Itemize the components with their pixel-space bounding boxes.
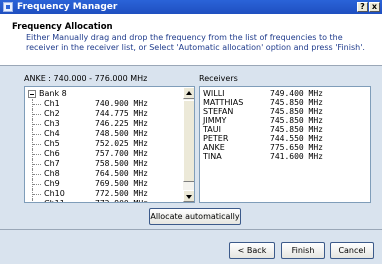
receiver-row[interactable]: TAUI 745.850 MHz [200, 125, 370, 134]
title-bar: Frequency Manager ? x [0, 0, 382, 14]
channel-name: Ch7 [44, 159, 60, 168]
channel-frequency: 748.500 MHz [95, 129, 148, 138]
channel-row[interactable]: Ch4 748.500 MHz [25, 129, 183, 139]
frequency-tree[interactable]: Bank 8 Ch1 740.900 MHz Ch2 744.775 MHz Ch3 74… [24, 86, 195, 203]
back-button[interactable]: < Back [229, 242, 275, 259]
channel-name: Ch9 [44, 179, 60, 188]
receiver-frequency: 745.850 MHz [270, 116, 323, 125]
receiver-name: WILLI [203, 89, 225, 98]
scroll-up-arrow-icon[interactable] [183, 87, 194, 99]
receiver-name: MATTHIAS [203, 98, 244, 107]
bank-label: Bank 8 [39, 89, 67, 98]
collapse-icon[interactable] [28, 90, 36, 98]
channel-row[interactable]: Ch10 772.500 MHz [25, 189, 183, 199]
channel-frequency: 772.500 MHz [95, 189, 148, 198]
channel-row[interactable]: Ch2 744.775 MHz [25, 109, 183, 119]
frequency-manager-window: Frequency Manager ? x Frequency Allocati… [0, 0, 382, 264]
tree-connector [32, 159, 41, 169]
receiver-frequency: 775.650 MHz [270, 143, 323, 152]
tree-connector [32, 149, 41, 159]
channel-name: Ch4 [44, 129, 60, 138]
receiver-row[interactable]: TINA 741.600 MHz [200, 152, 370, 161]
channel-frequency: 772.900 MHz [95, 199, 148, 202]
tree-connector [32, 109, 41, 119]
channel-name: Ch6 [44, 149, 60, 158]
allocate-automatically-button[interactable]: Allocate automatically [149, 208, 241, 225]
tree-connector [32, 129, 41, 139]
channel-frequency: 746.225 MHz [95, 119, 148, 128]
wizard-header: Frequency Allocation Either Manually dra… [0, 14, 382, 66]
page-title: Frequency Allocation [12, 22, 113, 32]
receiver-name: PETER [203, 134, 229, 143]
page-description: Either Manually drag and drop the freque… [26, 33, 365, 52]
channel-frequency: 764.500 MHz [95, 169, 148, 178]
receiver-name: JIMMY [203, 116, 227, 125]
tree-connector [32, 139, 41, 149]
scroll-down-arrow-icon[interactable] [183, 190, 194, 202]
window-title: Frequency Manager [17, 2, 118, 12]
channel-frequency: 757.700 MHz [95, 149, 148, 158]
receivers-label: Receivers [199, 74, 238, 83]
receiver-row[interactable]: JIMMY 745.850 MHz [200, 116, 370, 125]
receiver-row[interactable]: STEFAN 745.850 MHz [200, 107, 370, 116]
channel-name: Ch1 [44, 99, 60, 108]
channel-frequency: 752.025 MHz [95, 139, 148, 148]
channel-frequency: 769.500 MHz [95, 179, 148, 188]
tree-node-bank[interactable]: Bank 8 [25, 89, 183, 99]
tree-connector [32, 169, 41, 179]
vertical-scrollbar[interactable] [183, 87, 194, 202]
channel-row[interactable]: Ch9 769.500 MHz [25, 179, 183, 189]
channel-name: Ch3 [44, 119, 60, 128]
channel-name: Ch11 [44, 199, 65, 202]
frequency-range-label: ANKE : 740.000 - 776.000 MHz [24, 74, 148, 83]
tree-connector [32, 189, 41, 199]
receiver-row[interactable]: WILLI 749.400 MHz [200, 89, 370, 98]
receiver-frequency: 749.400 MHz [270, 89, 323, 98]
tree-connector [32, 199, 41, 202]
channel-row[interactable]: Ch7 758.500 MHz [25, 159, 183, 169]
receiver-frequency: 745.850 MHz [270, 107, 323, 116]
channel-name: Ch5 [44, 139, 60, 148]
receiver-frequency: 745.850 MHz [270, 125, 323, 134]
receiver-frequency: 744.550 MHz [270, 134, 323, 143]
channel-name: Ch8 [44, 169, 60, 178]
tree-connector [32, 179, 41, 189]
receiver-name: TINA [203, 152, 222, 161]
channel-row[interactable]: Ch8 764.500 MHz [25, 169, 183, 179]
channel-row[interactable]: Ch11 772.900 MHz [25, 199, 183, 202]
footer-divider [0, 229, 382, 230]
channel-name: Ch2 [44, 109, 60, 118]
receiver-frequency: 741.600 MHz [270, 152, 323, 161]
tree-connector [32, 119, 41, 129]
channel-frequency: 744.775 MHz [95, 109, 148, 118]
cancel-button[interactable]: Cancel [330, 242, 374, 259]
channel-row[interactable]: Ch1 740.900 MHz [25, 99, 183, 109]
receiver-name: TAUI [203, 125, 221, 134]
receiver-list[interactable]: WILLI 749.400 MHz MATTHIAS 745.850 MHz STEFA… [199, 86, 371, 203]
receiver-row[interactable]: PETER 744.550 MHz [200, 134, 370, 143]
help-button[interactable]: ? [357, 2, 368, 12]
channel-frequency: 740.900 MHz [95, 99, 148, 108]
channel-row[interactable]: Ch3 746.225 MHz [25, 119, 183, 129]
receiver-frequency: 745.850 MHz [270, 98, 323, 107]
receiver-name: ANKE [203, 143, 225, 152]
receiver-row[interactable]: MATTHIAS 745.850 MHz [200, 98, 370, 107]
finish-button[interactable]: Finish [281, 242, 325, 259]
channel-frequency: 758.500 MHz [95, 159, 148, 168]
scroll-thumb[interactable] [183, 100, 194, 182]
receiver-row[interactable]: ANKE 775.650 MHz [200, 143, 370, 152]
close-button[interactable]: x [369, 2, 380, 12]
app-icon [3, 2, 13, 12]
channel-row[interactable]: Ch6 757.700 MHz [25, 149, 183, 159]
channel-name: Ch10 [44, 189, 65, 198]
channel-row[interactable]: Ch5 752.025 MHz [25, 139, 183, 149]
receiver-name: STEFAN [203, 107, 234, 116]
tree-connector [32, 99, 41, 109]
